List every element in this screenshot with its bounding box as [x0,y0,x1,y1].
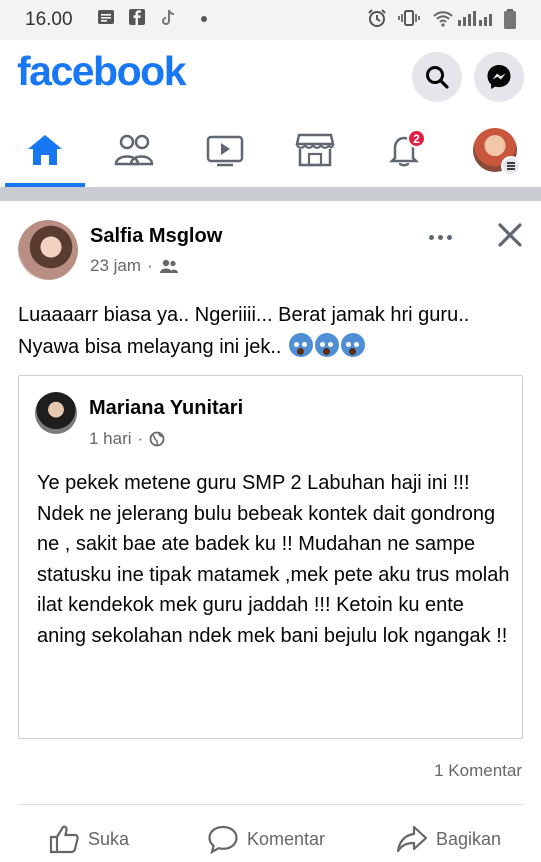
comment-bubble-icon [208,825,238,854]
alarm-icon [367,8,386,28]
thumbs-up-icon [49,825,79,854]
meta-separator: · [147,256,153,275]
hide-post-button[interactable] [494,219,526,251]
share-button[interactable]: Bagikan [396,823,501,855]
friends-icon [114,134,154,166]
tab-home[interactable] [15,125,75,175]
shared-post[interactable]: Mariana Yunitari 1 hari · Ye pekek meten… [18,375,523,739]
post-meta: 23 jam · [90,256,179,276]
shared-author-name[interactable]: Mariana Yunitari [89,397,243,420]
friends-icon [159,259,178,273]
messenger-icon [487,65,511,89]
main-tab-bar: 2 [0,115,541,187]
like-label: Suka [88,828,130,849]
tab-watch[interactable] [195,125,255,175]
post-author-name[interactable]: Salfia Msglow [90,225,222,248]
battery-icon [503,8,521,29]
more-notifications-dot [201,16,207,22]
marketplace-store-icon [295,133,335,167]
shared-author-avatar[interactable] [35,392,77,434]
tab-notifications[interactable]: 2 [374,125,434,175]
tab-marketplace[interactable] [285,125,345,175]
more-dot-icon [428,234,434,240]
close-icon [498,223,522,247]
search-button[interactable] [412,52,462,102]
public-globe-icon [149,431,165,447]
post-body: Luaaaarr biasa ya.. Ngeriiii... Berat ja… [18,299,523,363]
actions-divider [18,804,523,805]
notifications-badge: 2 [407,129,426,148]
like-button[interactable]: Suka [48,823,129,855]
comment-button[interactable]: Komentar [207,823,325,855]
post-text: Luaaaarr biasa ya.. Ngeriiii... Berat ja… [18,304,470,358]
profile-avatar [473,128,521,176]
signal-bars-icon [457,8,497,28]
author-avatar[interactable] [18,220,78,280]
vibrate-icon [398,8,420,28]
app-header: facebook [0,40,541,115]
facebook-logo[interactable]: facebook [17,48,187,95]
shared-post-text: Ye pekek metene guru SMP 2 Labuhan haji … [37,472,510,647]
menu-icon [501,156,521,176]
shared-post-meta: 1 hari · [89,429,165,449]
comment-count[interactable]: 1 Komentar [434,761,522,781]
more-dot-icon [437,234,443,240]
tiktok-icon [160,8,178,28]
tab-profile-menu[interactable] [465,125,525,176]
wifi-icon [432,8,453,28]
facebook-notification-icon [128,8,146,28]
more-dot-icon [446,234,452,240]
feed-divider [0,187,541,201]
shared-post-timestamp[interactable]: 1 hari [89,429,132,449]
share-arrow-icon [396,825,428,853]
post-timestamp[interactable]: 23 jam [90,256,141,276]
meta-separator: · [137,429,144,448]
feed-post: Salfia Msglow 23 jam · Luaaaarr biasa ya… [0,201,541,862]
notes-icon [97,8,115,28]
comment-label: Komentar [247,828,326,849]
scream-emoji-icon [287,331,366,363]
post-options-button[interactable] [422,227,458,247]
share-label: Bagikan [436,828,502,849]
tab-friends[interactable] [104,125,164,175]
home-icon [28,135,62,165]
video-play-icon [206,135,244,167]
messenger-button[interactable] [474,52,524,102]
status-time: 16.00 [25,9,73,30]
search-icon [426,66,449,89]
status-bar: 16.00 [0,0,541,40]
